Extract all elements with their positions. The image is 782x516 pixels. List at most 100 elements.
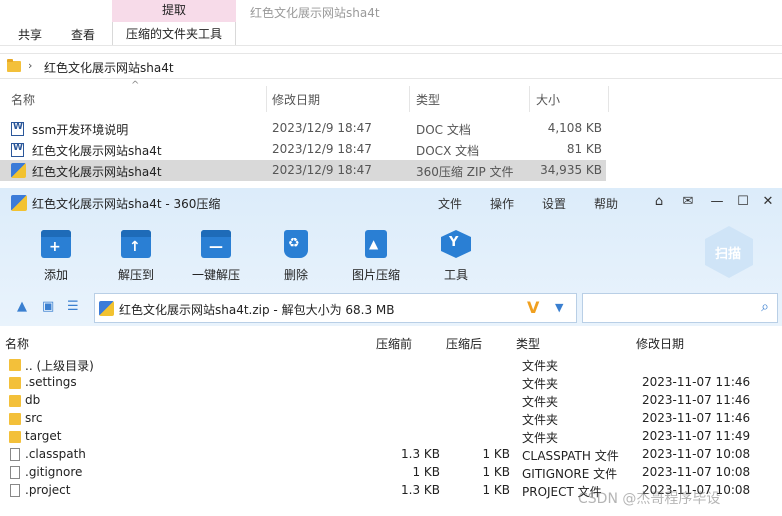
- folder-icon: [9, 359, 21, 371]
- file-type: DOC 文档: [416, 123, 471, 137]
- window-title: 红色文化展示网站sha4t: [250, 6, 380, 20]
- csdn-watermark: CSDN @杰哥程序毕设: [578, 491, 721, 507]
- folder-icon: [9, 377, 21, 389]
- archive-row[interactable]: .settings 文件夹 2023-11-07 11:46: [0, 374, 782, 392]
- folder-icon: [9, 395, 21, 407]
- file-type: DOCX 文档: [416, 144, 480, 158]
- scan-label: 扫描: [715, 247, 742, 262]
- add-label: 添加: [43, 268, 68, 282]
- delete-label: 删除: [283, 268, 308, 282]
- zcol-header-type[interactable]: 类型: [516, 335, 540, 352]
- menu-operation[interactable]: 操作: [490, 195, 514, 212]
- explorer-ribbon: 提取 红色文化展示网站sha4t 共享 查看 压缩的文件夹工具: [0, 0, 782, 46]
- extract-to-label: 解压到: [117, 268, 154, 282]
- column-divider[interactable]: [409, 86, 410, 112]
- entry-date: 2023-11-07 11:46: [642, 375, 751, 389]
- file-name: ssm开发环境说明: [32, 123, 129, 137]
- entry-name: .. (上级目录): [25, 359, 94, 373]
- address-bar[interactable]: › 红色文化展示网站sha4t: [0, 53, 782, 79]
- archive-path-box[interactable]: 红色文化展示网站sha4t.zip - 解包大小为 68.3 MB V ▼: [94, 293, 577, 323]
- archive-row[interactable]: db 文件夹 2023-11-07 11:46: [0, 392, 782, 410]
- entry-type: 文件夹: [522, 377, 559, 391]
- image-compress-icon: ▲: [365, 230, 387, 258]
- column-divider[interactable]: [266, 86, 267, 112]
- skin-icon[interactable]: ⌂: [649, 193, 669, 211]
- chevron-down-icon[interactable]: ▼: [555, 301, 563, 314]
- tab-view[interactable]: 查看: [71, 26, 95, 43]
- tools-button[interactable]: Y 工具: [421, 228, 491, 288]
- delete-button[interactable]: ♻ 删除: [261, 228, 331, 288]
- file-row[interactable]: ssm开发环境说明 2023/12/9 18:47 DOC 文档 4,108 K…: [0, 118, 606, 139]
- archive-row[interactable]: .gitignore 1 KB 1 KB GITIGNORE 文件 2023-1…: [0, 464, 782, 482]
- word-doc-icon: [11, 122, 24, 136]
- up-arrow-icon[interactable]: ▲: [17, 299, 27, 314]
- search-icon[interactable]: ⌕: [761, 299, 769, 315]
- zcol-header-after[interactable]: 压缩后: [446, 335, 482, 352]
- tools-icon: Y: [441, 230, 471, 258]
- image-compress-button[interactable]: ▲ 图片压缩: [341, 228, 411, 288]
- entry-type: CLASSPATH 文件: [522, 449, 619, 463]
- entry-type: 文件夹: [522, 359, 559, 373]
- add-button[interactable]: + 添加: [21, 228, 91, 288]
- zcol-header-before[interactable]: 压缩前: [376, 335, 412, 352]
- add-icon: +: [41, 230, 71, 258]
- archive-row[interactable]: src 文件夹 2023-11-07 11:46: [0, 410, 782, 428]
- zip-icon: [99, 301, 114, 316]
- file-size: 4,108 KB: [547, 121, 602, 135]
- entry-date: 2023-11-07 11:46: [642, 411, 751, 425]
- column-header-name[interactable]: 名称: [11, 91, 35, 108]
- image-compress-label: 图片压缩: [351, 268, 400, 282]
- archive-window: 红色文化展示网站sha4t - 360压缩 文件 操作 设置 帮助 ⌂ ✉ — …: [0, 188, 782, 516]
- app-360zip-icon: [11, 195, 27, 211]
- archive-row[interactable]: .. (上级目录) 文件夹: [0, 356, 782, 374]
- folder-icon: [7, 59, 21, 72]
- file-icon: [10, 466, 20, 479]
- file-row-selected[interactable]: 红色文化展示网站sha4t 2023/12/9 18:47 360压缩 ZIP …: [0, 160, 606, 181]
- view-mode-icon[interactable]: ▣: [42, 299, 54, 314]
- menu-help[interactable]: 帮助: [594, 195, 618, 212]
- archive-row[interactable]: target 文件夹 2023-11-07 11:49: [0, 428, 782, 446]
- column-divider[interactable]: [529, 86, 530, 112]
- column-divider[interactable]: [608, 86, 609, 112]
- extract-to-icon: ↑: [121, 230, 151, 258]
- tools-label: 工具: [443, 268, 468, 282]
- entry-name: .classpath: [25, 447, 86, 461]
- minimize-button[interactable]: —: [707, 193, 727, 211]
- archive-row[interactable]: .classpath 1.3 KB 1 KB CLASSPATH 文件 2023…: [0, 446, 782, 464]
- feedback-icon[interactable]: ✉: [678, 193, 698, 211]
- file-size: 81 KB: [566, 142, 602, 156]
- column-header-date[interactable]: 修改日期: [272, 91, 320, 108]
- archive-search-input[interactable]: ⌕: [582, 293, 778, 323]
- zcol-header-date[interactable]: 修改日期: [636, 335, 684, 352]
- file-name: 红色文化展示网站sha4t: [32, 165, 162, 179]
- entry-name: src: [25, 411, 43, 425]
- entry-size-before: 1.3 KB: [401, 447, 440, 461]
- extract-to-button[interactable]: ↑ 解压到: [101, 228, 171, 288]
- archive-path-text: 红色文化展示网站sha4t.zip - 解包大小为 68.3 MB: [119, 303, 395, 317]
- context-tab-header-extract[interactable]: 提取: [112, 0, 236, 22]
- column-header-size[interactable]: 大小: [536, 91, 560, 108]
- v-badge-icon[interactable]: V: [527, 298, 539, 317]
- entry-date: 2023-11-07 11:46: [642, 393, 751, 407]
- close-button[interactable]: ✕: [758, 193, 778, 211]
- tab-share[interactable]: 共享: [18, 26, 42, 43]
- tab-compressed-folder-tools[interactable]: 压缩的文件夹工具: [112, 22, 236, 46]
- file-row[interactable]: 红色文化展示网站sha4t 2023/12/9 18:47 DOCX 文档 81…: [0, 139, 606, 160]
- entry-date: 2023-11-07 10:08: [642, 465, 751, 479]
- column-header-type[interactable]: 类型: [416, 91, 440, 108]
- address-path[interactable]: 红色文化展示网站sha4t: [44, 59, 174, 76]
- maximize-button[interactable]: ☐: [733, 193, 753, 211]
- ribbon-divider: [0, 45, 782, 46]
- file-icon: [10, 448, 20, 461]
- menu-settings[interactable]: 设置: [542, 195, 566, 212]
- list-view-icon[interactable]: ☰: [67, 299, 79, 314]
- one-click-extract-button[interactable]: — 一键解压: [181, 228, 251, 288]
- entry-date: 2023-11-07 10:08: [642, 447, 751, 461]
- menu-file[interactable]: 文件: [438, 195, 462, 212]
- archive-window-title: 红色文化展示网站sha4t - 360压缩: [32, 197, 221, 211]
- file-size: 34,935 KB: [540, 163, 602, 177]
- entry-size-before: 1 KB: [412, 465, 440, 479]
- zcol-header-name[interactable]: 名称: [5, 335, 29, 352]
- chevron-right-icon[interactable]: ›: [28, 59, 32, 72]
- entry-size-after: 1 KB: [482, 447, 510, 461]
